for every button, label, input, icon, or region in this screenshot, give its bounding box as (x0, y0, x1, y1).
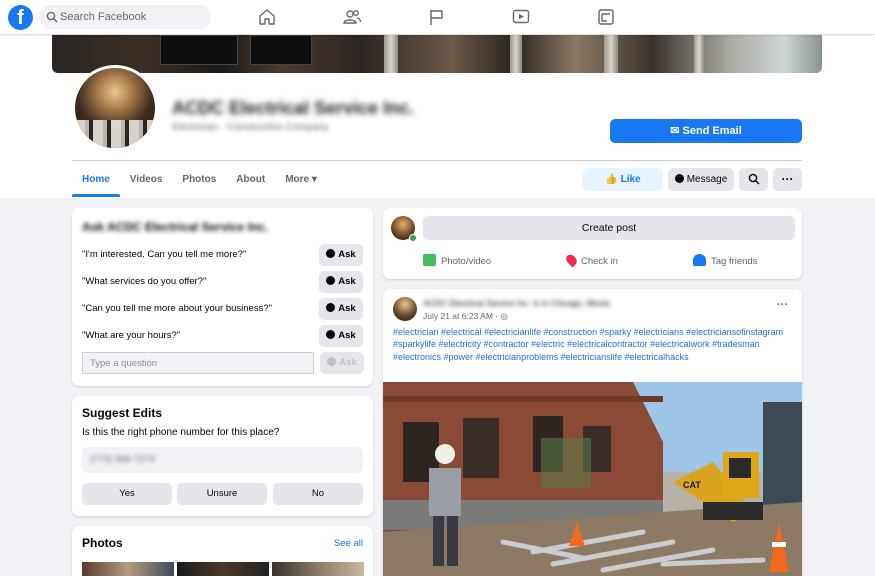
messenger-icon (327, 357, 337, 366)
messenger-icon (674, 174, 684, 183)
post-author[interactable]: ACDC Electrical Service Inc. is in Chica… (423, 298, 612, 308)
see-all-link[interactable]: See all (334, 538, 363, 549)
post-card: ACDC Electrical Service Inc. is in Chica… (383, 289, 802, 576)
home-icon[interactable] (257, 7, 277, 27)
gaming-icon[interactable] (596, 7, 616, 27)
messenger-icon (326, 249, 336, 258)
ask-button[interactable]: Ask (319, 244, 363, 266)
check-in-button[interactable]: Check in (564, 252, 618, 268)
page-category: Electrician · Construction Company (172, 122, 329, 133)
tab-more[interactable]: More ▾ (275, 167, 327, 197)
photo-video-button[interactable]: Photo/video (423, 254, 491, 267)
create-post-button[interactable]: Create post (423, 216, 795, 240)
photo-thumbnail[interactable] (272, 562, 364, 576)
ask-card-title: Ask ACDC Electrical Service Inc. (82, 220, 269, 234)
post-timestamp[interactable]: July 21 at 6:23 AM · ◎ (423, 311, 508, 322)
ask-question-row: "What are your hours?" Ask (82, 325, 363, 347)
facebook-logo[interactable]: f (8, 5, 33, 30)
location-pin-icon (564, 252, 579, 268)
ask-button[interactable]: Ask (319, 271, 363, 293)
unsure-button[interactable]: Unsure (177, 483, 267, 505)
post-hashtags[interactable]: #electrician #electrical #electricianlif… (393, 326, 788, 363)
messenger-icon (326, 303, 336, 312)
tag-friends-icon (693, 254, 706, 266)
tab-about[interactable]: About (226, 167, 275, 197)
online-status-dot (409, 234, 417, 242)
suggested-question: "What are your hours?" (82, 330, 181, 341)
suggested-question: "What services do you offer?" (82, 276, 207, 287)
question-input[interactable] (82, 352, 314, 374)
no-button[interactable]: No (273, 483, 363, 505)
construction-site-photo: CAT (383, 382, 802, 576)
photo-icon (423, 254, 436, 266)
tab-videos[interactable]: Videos (120, 167, 173, 197)
tab-photos[interactable]: Photos (172, 167, 226, 197)
messenger-icon (326, 330, 336, 339)
ask-question-row: "Can you tell me more about your busines… (82, 298, 363, 320)
photo-thumbnail[interactable] (82, 562, 174, 576)
pages-flag-icon[interactable] (427, 7, 447, 27)
suggested-question: "I'm interested. Can you tell me more?" (82, 249, 247, 260)
search-input[interactable] (60, 5, 205, 29)
cover-photo[interactable] (52, 35, 822, 73)
ask-button[interactable]: Ask (319, 298, 363, 320)
photos-title: Photos (82, 536, 123, 550)
photo-thumbnail[interactable] (177, 562, 269, 576)
globe-icon: ◎ (500, 311, 508, 321)
search-icon (46, 11, 58, 23)
page-title: ACDC Electrical Service Inc. (172, 98, 415, 118)
phone-number-field: (773) 966-7274 (82, 447, 363, 473)
ask-button[interactable]: Ask (319, 325, 363, 347)
page-tabs: Home Videos Photos About More ▾ (72, 167, 327, 197)
ask-submit-button[interactable]: Ask (320, 352, 364, 374)
ask-page-card: Ask ACDC Electrical Service Inc. "I'm in… (72, 208, 373, 386)
suggest-edits-card: Suggest Edits Is this the right phone nu… (72, 396, 373, 516)
top-navigation-bar: f (0, 0, 875, 35)
suggested-question: "Can you tell me more about your busines… (82, 303, 272, 314)
ask-question-row: "What services do you offer?" Ask (82, 271, 363, 293)
watch-icon[interactable] (511, 7, 531, 27)
like-button[interactable]: 👍 Like (583, 168, 663, 191)
envelope-icon: ✉ (670, 125, 680, 137)
avatar[interactable] (393, 297, 417, 321)
search-box[interactable] (39, 5, 211, 29)
excavator-brand-label: CAT (683, 480, 701, 490)
post-image[interactable]: CAT (383, 382, 802, 576)
ask-question-row: "I'm interested. Can you tell me more?" … (82, 244, 363, 266)
messenger-icon (326, 276, 336, 285)
message-button[interactable]: Message (668, 168, 734, 191)
tag-friends-button[interactable]: Tag friends (693, 254, 757, 267)
header-divider (72, 160, 802, 161)
thumbs-up-icon: 👍 (605, 174, 618, 185)
yes-button[interactable]: Yes (82, 483, 172, 505)
search-icon (748, 173, 759, 185)
photos-card: Photos See all (72, 526, 373, 576)
friends-icon[interactable] (342, 7, 362, 27)
page-profile-picture[interactable] (72, 65, 158, 151)
suggest-edits-title: Suggest Edits (82, 406, 163, 420)
search-page-button[interactable] (739, 168, 768, 191)
tab-home[interactable]: Home (72, 167, 120, 197)
suggest-edits-question: Is this the right phone number for this … (82, 427, 280, 438)
create-post-card: Create post Photo/video Check in Tag fri… (383, 208, 802, 279)
post-options-button[interactable]: ··· (777, 299, 788, 311)
send-email-button[interactable]: ✉ Send Email (610, 119, 802, 143)
more-options-button[interactable]: ··· (773, 168, 802, 191)
